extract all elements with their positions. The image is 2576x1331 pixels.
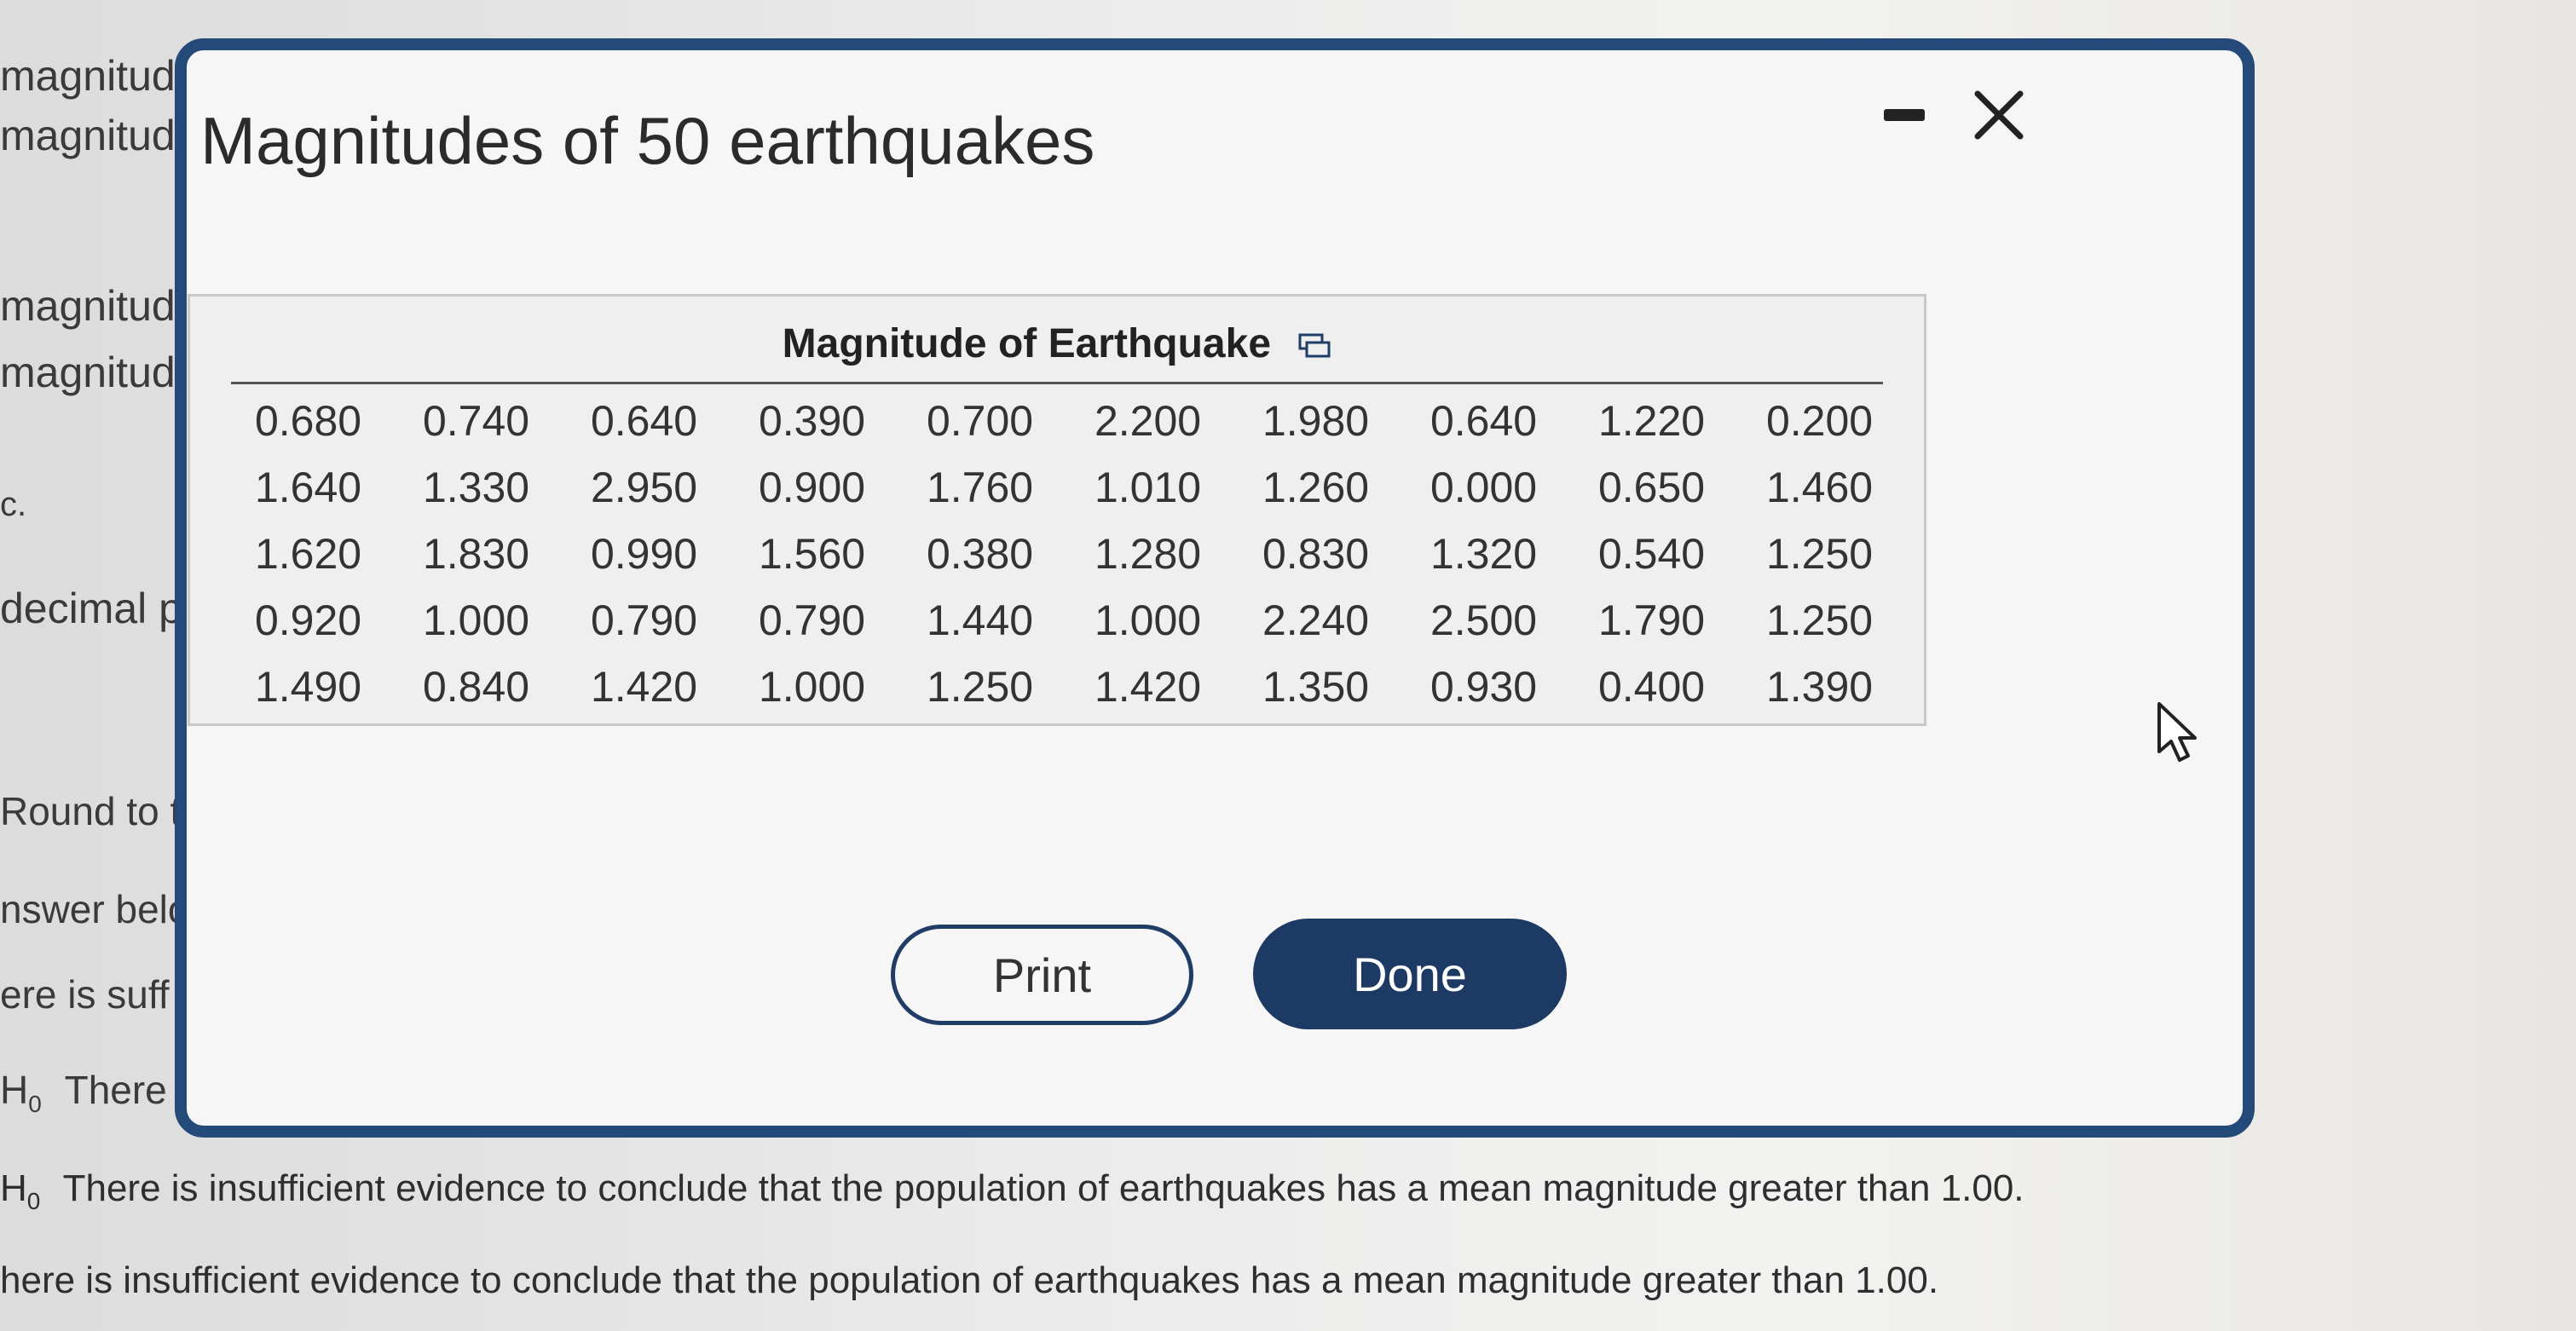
table-cell: 1.260 xyxy=(1262,464,1370,511)
table-cell: 0.830 xyxy=(1262,530,1370,578)
table-cell: 0.640 xyxy=(590,397,698,445)
table-cell: 1.250 xyxy=(926,663,1034,711)
table-header: Magnitude of Earthquake xyxy=(190,320,1924,367)
background-text-magnitude-2: magnitud xyxy=(0,112,176,159)
table-cell: 1.620 xyxy=(254,530,362,578)
table-cell: 1.330 xyxy=(422,464,530,511)
table-cell: 0.680 xyxy=(254,397,362,445)
table-cell: 1.320 xyxy=(1430,530,1538,578)
table-cell: 0.740 xyxy=(422,397,530,445)
table-cell: 0.930 xyxy=(1430,663,1538,711)
table-cell: 0.790 xyxy=(590,596,698,644)
table-cell: 1.790 xyxy=(1597,596,1706,644)
background-text-decimal-places: decimal pl xyxy=(0,585,193,632)
data-table: Magnitude of Earthquake 0.680 0.740 0.640 0… xyxy=(188,294,1926,726)
table-cell: 1.010 xyxy=(1094,464,1202,511)
copy-icon[interactable] xyxy=(1297,332,1331,360)
background-text-magnitude-3: magnitud xyxy=(0,282,176,330)
background-text-round-to: Round to th xyxy=(0,789,203,833)
table-cell: 0.920 xyxy=(254,596,362,644)
table-cell: 2.950 xyxy=(590,464,698,511)
table-cell: 1.000 xyxy=(1094,596,1202,644)
table-cell: 1.980 xyxy=(1262,397,1370,445)
table-cell: 1.250 xyxy=(1765,530,1874,578)
dialog-title: Magnitudes of 50 earthquakes xyxy=(200,103,1095,178)
table-cell: 2.500 xyxy=(1430,596,1538,644)
background-text-answer-below: nswer belo xyxy=(0,887,190,931)
mouse-cursor-icon xyxy=(2157,702,2197,762)
h0-symbol: H xyxy=(0,1068,29,1112)
table-header-label: Magnitude of Earthquake xyxy=(782,321,1272,366)
h0-symbol-2: H xyxy=(0,1167,27,1209)
table-cell: 1.350 xyxy=(1262,663,1370,711)
table-cell: 0.790 xyxy=(758,596,866,644)
table-cell: 0.390 xyxy=(758,397,866,445)
table-cell: 0.380 xyxy=(926,530,1034,578)
table-cell: 0.990 xyxy=(590,530,698,578)
table-cell: 2.240 xyxy=(1262,596,1370,644)
background-text-part-c: c. xyxy=(0,486,27,523)
table-cell: 0.540 xyxy=(1597,530,1706,578)
table-cell: 1.560 xyxy=(758,530,866,578)
table-cell: 0.840 xyxy=(422,663,530,711)
table-header-divider xyxy=(231,382,1883,384)
done-button[interactable]: Done xyxy=(1253,919,1567,1029)
table-cell: 1.490 xyxy=(254,663,362,711)
table-cell: 0.640 xyxy=(1430,397,1538,445)
h0-subscript-2: 0 xyxy=(26,1187,41,1214)
background-h0-there: H0 There xyxy=(0,1067,167,1118)
table-cell: 0.400 xyxy=(1597,663,1706,711)
background-answer-option-line[interactable]: H0 There is insufficient evidence to con… xyxy=(0,1167,2024,1215)
table-cell: 1.220 xyxy=(1597,397,1706,445)
table-cell: 1.830 xyxy=(422,530,530,578)
table-cell: 1.640 xyxy=(254,464,362,511)
table-cell: 1.390 xyxy=(1765,663,1874,711)
table-cell: 1.250 xyxy=(1765,596,1874,644)
minimize-icon[interactable] xyxy=(1884,109,1925,121)
h0-there-text: There xyxy=(64,1068,167,1112)
answer-option-text: There is insufficient evidence to conclu… xyxy=(62,1167,2024,1209)
table-cell: 1.760 xyxy=(926,464,1034,511)
table-body: 0.680 0.740 0.640 0.390 0.700 2.200 1.980 0.640… xyxy=(224,397,1903,711)
table-cell: 1.000 xyxy=(758,663,866,711)
table-cell: 2.200 xyxy=(1094,397,1202,445)
background-text-magnitude-4: magnitud xyxy=(0,349,176,396)
close-icon[interactable] xyxy=(1969,85,2029,145)
table-cell: 1.420 xyxy=(590,663,698,711)
table-cell: 1.420 xyxy=(1094,663,1202,711)
h0-subscript: 0 xyxy=(28,1091,42,1118)
table-cell: 1.000 xyxy=(422,596,530,644)
table-cell: 1.460 xyxy=(1765,464,1874,511)
table-cell: 0.000 xyxy=(1430,464,1538,511)
background-answer-text-line: here is insufficient evidence to conclud… xyxy=(0,1259,1939,1301)
table-cell: 0.700 xyxy=(926,397,1034,445)
table-cell: 0.650 xyxy=(1597,464,1706,511)
background-text-there-is-suff: ere is suff xyxy=(0,972,170,1017)
table-cell: 1.280 xyxy=(1094,530,1202,578)
background-text-magnitude-1: magnitud xyxy=(0,52,176,100)
print-button[interactable]: Print xyxy=(891,925,1193,1025)
table-cell: 1.440 xyxy=(926,596,1034,644)
table-cell: 0.200 xyxy=(1765,397,1874,445)
table-cell: 0.900 xyxy=(758,464,866,511)
